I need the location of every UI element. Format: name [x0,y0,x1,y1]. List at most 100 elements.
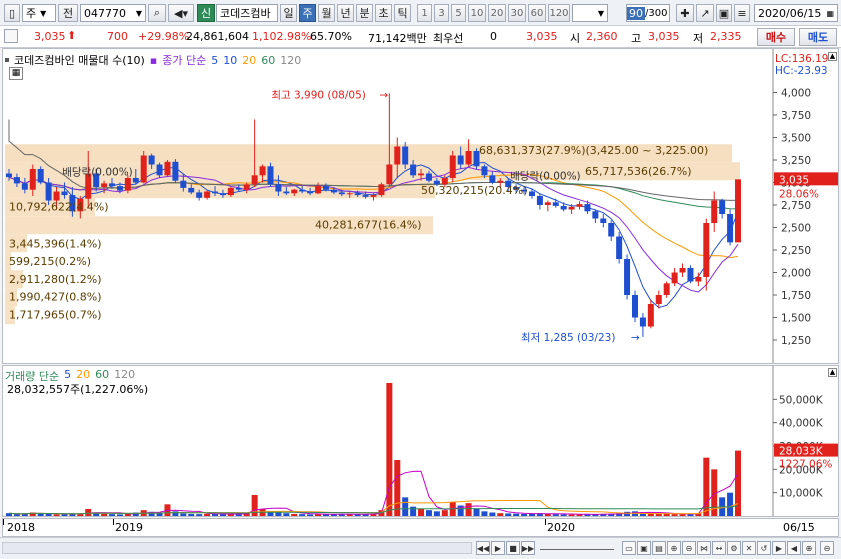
candle-body [132,178,139,183]
volume-bar [497,513,504,516]
candle-body [552,202,559,206]
zoom-slider[interactable] [540,544,614,550]
play-icon[interactable]: ▶ [491,541,505,555]
minute-option-10[interactable]: 10 [468,4,486,22]
period-tab-4[interactable]: 분 [356,4,373,22]
tool-icon[interactable]: ⊖ [682,541,696,555]
tool-icon[interactable]: ↺ [757,541,771,555]
quote-bar: 3,035 ⬆ 700 +29.98% 24,861,604 1,102.98%… [0,26,841,48]
candle-body [188,187,195,193]
zoom-in-icon[interactable]: ⊕ [802,541,816,555]
minute-option-20[interactable]: 20 [488,4,506,22]
chevron-down-icon: ▼ [135,8,142,18]
candle-body [275,184,282,192]
volume-profile-label: 65,717,536(26.7%) [585,165,692,178]
save-icon[interactable]: ▣ [716,4,732,22]
minute-option-3[interactable]: 3 [434,4,449,22]
pref-value: 0 [490,30,497,43]
candle-body [425,173,432,181]
tool-icon[interactable]: ▶ [772,541,786,555]
tool-icon[interactable]: ⋈ [697,541,711,555]
volume-bar [283,513,290,516]
period-tab-6[interactable]: 틱 [394,4,411,22]
scrollbar-track[interactable] [2,542,472,554]
collapse-icon[interactable]: ▲ [828,52,837,61]
candle-body [608,223,615,237]
tool-icon[interactable]: ⚙ [727,541,741,555]
settings-icon[interactable]: ≡ [734,4,750,22]
candle-body [307,191,314,194]
low-arrow-icon: → [631,332,640,344]
x-label-2019: 2019 [115,521,143,534]
period-tab-3[interactable]: 년 [337,4,354,22]
checkbox[interactable] [4,29,18,43]
period-tab-1[interactable]: 주 [299,4,316,22]
chevron-down-icon: ▼ [40,8,47,18]
code-input[interactable]: 047770 ▼ [80,4,146,22]
buy-button[interactable]: 매수 [757,28,795,46]
candle-body [616,236,623,259]
candle-body [243,184,250,190]
volume-bar [394,460,401,516]
price-chart[interactable]: 4,0003,7503,5003,2503,0002,7502,5002,250… [3,49,838,363]
volume-bar [727,492,734,516]
y-tick-label: 50,000K [779,394,824,406]
date-field[interactable]: 2020/06/15 ▦ [754,4,838,22]
candle-body [536,196,543,205]
panel-toggle-icon[interactable]: ▯ [4,4,20,22]
candle-body [53,191,60,201]
candle-body [6,173,12,178]
prev-button[interactable]: 전 [58,4,78,22]
high-arrow-icon: → [379,89,388,101]
vol-value-label: 28,032,557주(1,227.06%) [7,383,149,396]
minute-option-5[interactable]: 5 [451,4,466,22]
volume-bar [188,513,195,516]
tool-icon[interactable]: ▤ [652,541,666,555]
trend-icon[interactable]: ↗ [696,4,714,22]
y-tick-label: 2,000 [781,268,811,280]
search-icon[interactable]: ⌕ [148,4,166,22]
tool-icon[interactable]: ⊕ [667,541,681,555]
candle-body [592,211,599,219]
tool-icon[interactable]: ◀ [787,541,801,555]
volume-bar [101,513,108,516]
type-select[interactable]: 주 ▼ [22,4,56,22]
tool-icon[interactable]: ▭ [622,541,636,555]
first-icon[interactable]: ◀◀ [476,541,490,555]
last-icon[interactable]: ▶▶ [521,541,535,555]
stock-name-field[interactable]: 코데즈컴바 [216,4,278,22]
table-icon[interactable]: ▦ [9,67,23,80]
period-dropdown[interactable]: ▼ [572,4,608,22]
volume-bar [679,514,686,516]
sell-button[interactable]: 매도 [799,28,837,46]
legend-ma-label: 종가 단순 [162,54,207,67]
minute-option-1[interactable]: 1 [417,4,432,22]
chart-window: ▯ 주 ▼ 전 047770 ▼ ⌕ ◀▾ 신 코데즈컴바 ▼ 90/300 ✚ ↗… [0,0,841,559]
period-tab-0[interactable]: 일 [280,4,297,22]
dividend-label: 배당락(0.00%) [62,166,133,178]
speaker-icon[interactable]: ◀▾ [168,4,194,22]
candle-body [386,164,393,185]
stop-icon[interactable]: ■ [506,541,520,555]
volume-bar [53,514,60,516]
candle-body [719,200,726,214]
candle-body [584,204,591,212]
minute-option-30[interactable]: 30 [508,4,526,22]
price-tag: 3,035 [779,174,809,186]
volume-bar [227,514,234,516]
crosshair-icon[interactable]: ✚ [676,4,694,22]
candle-body [687,268,694,282]
tool-icon[interactable]: ▣ [637,541,651,555]
period-tab-2[interactable]: 월 [318,4,335,22]
zoom-out-icon[interactable]: ⊖ [820,541,834,555]
tool-icon[interactable]: ↔ [712,541,726,555]
minute-option-120[interactable]: 120 [548,4,570,22]
price-panel[interactable]: 4,0003,7503,5003,2503,0002,7502,5002,250… [2,48,839,364]
minute-option-60[interactable]: 60 [528,4,546,22]
collapse-icon[interactable]: ▲ [828,368,837,377]
ma-period-120: 120 [280,53,302,67]
volume-bar [552,514,559,516]
period-tab-5[interactable]: 초 [375,4,392,22]
tool-icon[interactable]: ✕ [742,541,756,555]
count-input[interactable]: 90/300 [626,4,670,22]
